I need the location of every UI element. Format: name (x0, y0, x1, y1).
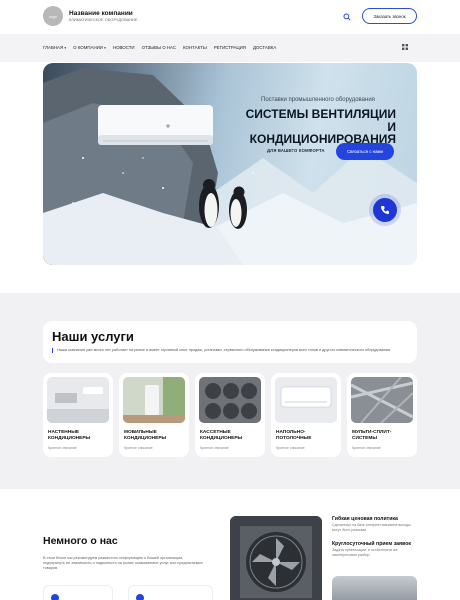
brand-name: Название компании (69, 10, 133, 17)
contact-us-button[interactable]: Связаться с нами (336, 143, 394, 160)
hero-tagline: ДЛЯ ВАШЕГО КОМФОРТА (267, 148, 325, 153)
nav-item-home[interactable]: ГЛАВНАЯ ▾ (43, 45, 66, 50)
service-name: МУЛЬТИ-СПЛИТ-СИСТЕМЫ (352, 430, 392, 441)
service-link[interactable]: Кратное описание (276, 446, 305, 450)
phone-icon (381, 206, 389, 214)
service-link[interactable]: Кратное описание (200, 446, 229, 450)
stat-icon (136, 594, 144, 600)
chevron-down-icon: ▾ (64, 46, 67, 50)
search-icon (343, 13, 351, 21)
services-description: Наша компания уже много лет работает на … (52, 348, 402, 353)
service-card-floor-ceiling[interactable]: НАПОЛЬНО-ПОТОЛОЧНЫЕ Кратное описание (271, 373, 341, 457)
hero-banner: Поставки промышленного оборудования СИСТ… (43, 63, 417, 265)
service-link[interactable]: Кратное описание (124, 446, 153, 450)
services-title: Наши услуги (52, 329, 134, 344)
service-name: МОБИЛЬНЫЕ КОНДИЦИОНЕРЫ (124, 430, 167, 441)
hero-title-line: И КОНДИЦИОНИРОВАНИЯ (249, 119, 396, 146)
stat-icon (51, 594, 59, 600)
nav-item-contacts[interactable]: КОНТАКТЫ (183, 45, 207, 50)
service-link[interactable]: Кратное описание (352, 446, 381, 450)
feature-title: Гибкая ценовая политика (332, 516, 398, 522)
service-link[interactable]: Кратное описание (48, 446, 77, 450)
phone-call-button[interactable] (373, 198, 397, 222)
services-section: Наши услуги Наша компания уже много лет … (0, 293, 460, 489)
feature-item: Гибкая ценовая политика Сделанные на баз… (332, 516, 417, 532)
service-card-multisplit[interactable]: МУЛЬТИ-СПЛИТ-СИСТЕМЫ Кратное описание (347, 373, 417, 457)
service-card-wall[interactable]: НАСТЕННЫЕ КОНДИЦИОНЕРЫ Кратное описание (43, 373, 113, 457)
service-image (275, 377, 337, 423)
service-name: НАПОЛЬНО-ПОТОЛОЧНЫЕ (276, 430, 312, 441)
feature-item: Круглосуточный прием заявок Задача орган… (332, 541, 417, 557)
nav-label: ГЛАВНАЯ (43, 45, 64, 50)
service-name: КАССЕТНЫЕ КОНДИЦИОНЕРЫ (200, 430, 243, 441)
nav-item-registration[interactable]: РЕГИСТРАЦИЯ (214, 45, 246, 50)
nav-item-reviews[interactable]: ОТЗЫВЫ О НАС (142, 45, 176, 50)
nav-item-delivery[interactable]: ДОСТАВКА (253, 45, 276, 50)
hero-title: СИСТЕМЫ ВЕНТИЛЯЦИИ И КОНДИЦИОНИРОВАНИЯ (240, 108, 396, 146)
hero-kicker: Поставки промышленного оборудования (261, 97, 375, 103)
service-card-mobile[interactable]: МОБИЛЬНЫЕ КОНДИЦИОНЕРЫ Кратное описание (119, 373, 189, 457)
grid-menu-icon[interactable] (402, 44, 408, 50)
company-logo[interactable]: logo (43, 6, 63, 26)
feature-text: Задача организации, в особенности же заи… (332, 548, 398, 557)
office-image (332, 576, 417, 600)
nav-item-news[interactable]: НОВОСТИ (113, 45, 135, 50)
request-call-button[interactable]: Заказать звонок (362, 8, 417, 24)
service-image (123, 377, 185, 423)
feature-text: Сделанные на базе интернет-магазина выго… (332, 523, 411, 532)
site-header: logo Название компании КЛИМАТИЧЕСКОЕ ОБО… (0, 0, 460, 34)
feature-title: Круглосуточный прием заявок (332, 541, 411, 547)
services-header-card: Наши услуги Наша компания уже много лет … (43, 321, 417, 363)
about-stat-card (128, 585, 213, 600)
industrial-fan-image (230, 516, 322, 600)
search-button[interactable] (339, 9, 355, 25)
hero-title-line: СИСТЕМЫ ВЕНТИЛЯЦИИ (245, 107, 396, 121)
services-list: НАСТЕННЫЕ КОНДИЦИОНЕРЫ Кратное описание … (43, 373, 417, 457)
about-title: Немного о нас (43, 535, 118, 547)
nav-label: О КОМПАНИИ (73, 45, 103, 50)
brand-subtitle: КЛИМАТИЧЕСКОЕ ОБОРУДОВАНИЕ (69, 18, 138, 22)
hero-illustration (43, 68, 417, 265)
service-image (47, 377, 109, 423)
about-text: В этом блоке мы рекомендуем разместить и… (43, 556, 203, 570)
service-name: НАСТЕННЫЕ КОНДИЦИОНЕРЫ (48, 430, 91, 441)
service-image (199, 377, 261, 423)
about-stat-card (43, 585, 113, 600)
service-image (351, 377, 413, 423)
chevron-down-icon: ▾ (104, 46, 106, 50)
service-card-cassette[interactable]: КАССЕТНЫЕ КОНДИЦИОНЕРЫ Кратное описание (195, 373, 265, 457)
nav-item-about[interactable]: О КОМПАНИИ ▾ (73, 45, 106, 50)
main-navigation: ГЛАВНАЯ ▾ О КОМПАНИИ ▾ НОВОСТИ ОТЗЫВЫ О … (0, 34, 460, 62)
